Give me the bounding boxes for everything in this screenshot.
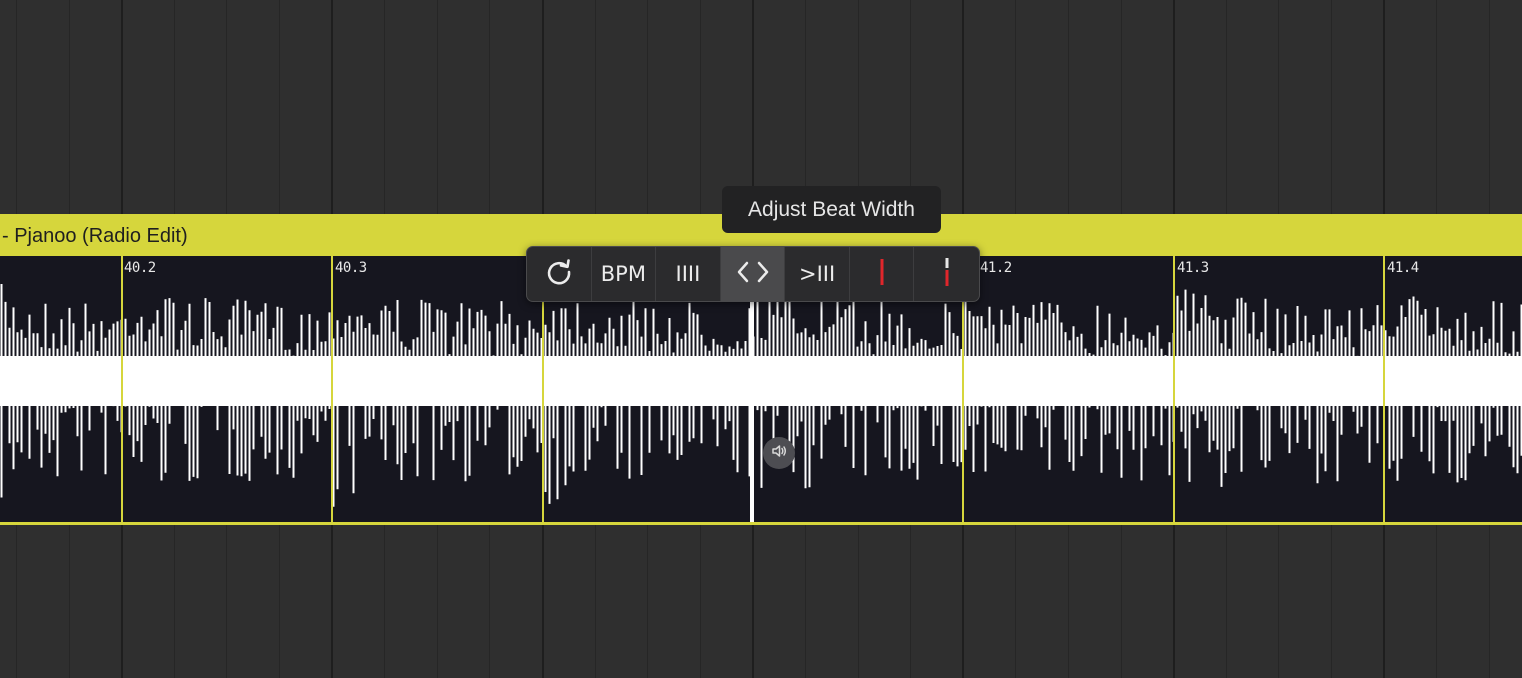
- set-downbeat-button[interactable]: [850, 247, 915, 301]
- red-marker-dashed-icon: [942, 257, 952, 291]
- bpm-label: BPM: [600, 262, 646, 286]
- speaker-icon: [770, 442, 788, 465]
- beat-label: 41.2: [980, 260, 1012, 276]
- shift-grid-button[interactable]: >III: [785, 247, 850, 301]
- reset-button[interactable]: [527, 247, 592, 301]
- beat-marker[interactable]: [121, 256, 123, 522]
- beat-grid-label: IIII: [675, 262, 701, 286]
- beat-label: 41.3: [1177, 260, 1209, 276]
- waveform-core: [0, 356, 1522, 406]
- shift-grid-label: >III: [799, 262, 836, 286]
- tooltip: Adjust Beat Width: [722, 186, 941, 233]
- beat-label: 41.4: [1387, 260, 1419, 276]
- set-cue-button[interactable]: [914, 247, 979, 301]
- bpm-button[interactable]: BPM: [592, 247, 657, 301]
- adjust-beat-width-button[interactable]: [720, 247, 786, 301]
- beat-grid-button[interactable]: IIII: [656, 247, 721, 301]
- beat-label: 40.3: [335, 260, 367, 276]
- track-title: - Pjanoo (Radio Edit): [2, 225, 188, 247]
- beat-marker[interactable]: [1173, 256, 1175, 522]
- beat-marker[interactable]: [331, 256, 333, 522]
- chevron-left-right-icon: [736, 260, 770, 288]
- refresh-icon: [544, 257, 574, 291]
- red-marker-icon: [877, 257, 887, 291]
- beat-label: 40.2: [124, 260, 156, 276]
- beat-marker[interactable]: [1383, 256, 1385, 522]
- audition-button[interactable]: [763, 437, 795, 469]
- beatgrid-toolbar: BPM IIII >III: [526, 246, 980, 302]
